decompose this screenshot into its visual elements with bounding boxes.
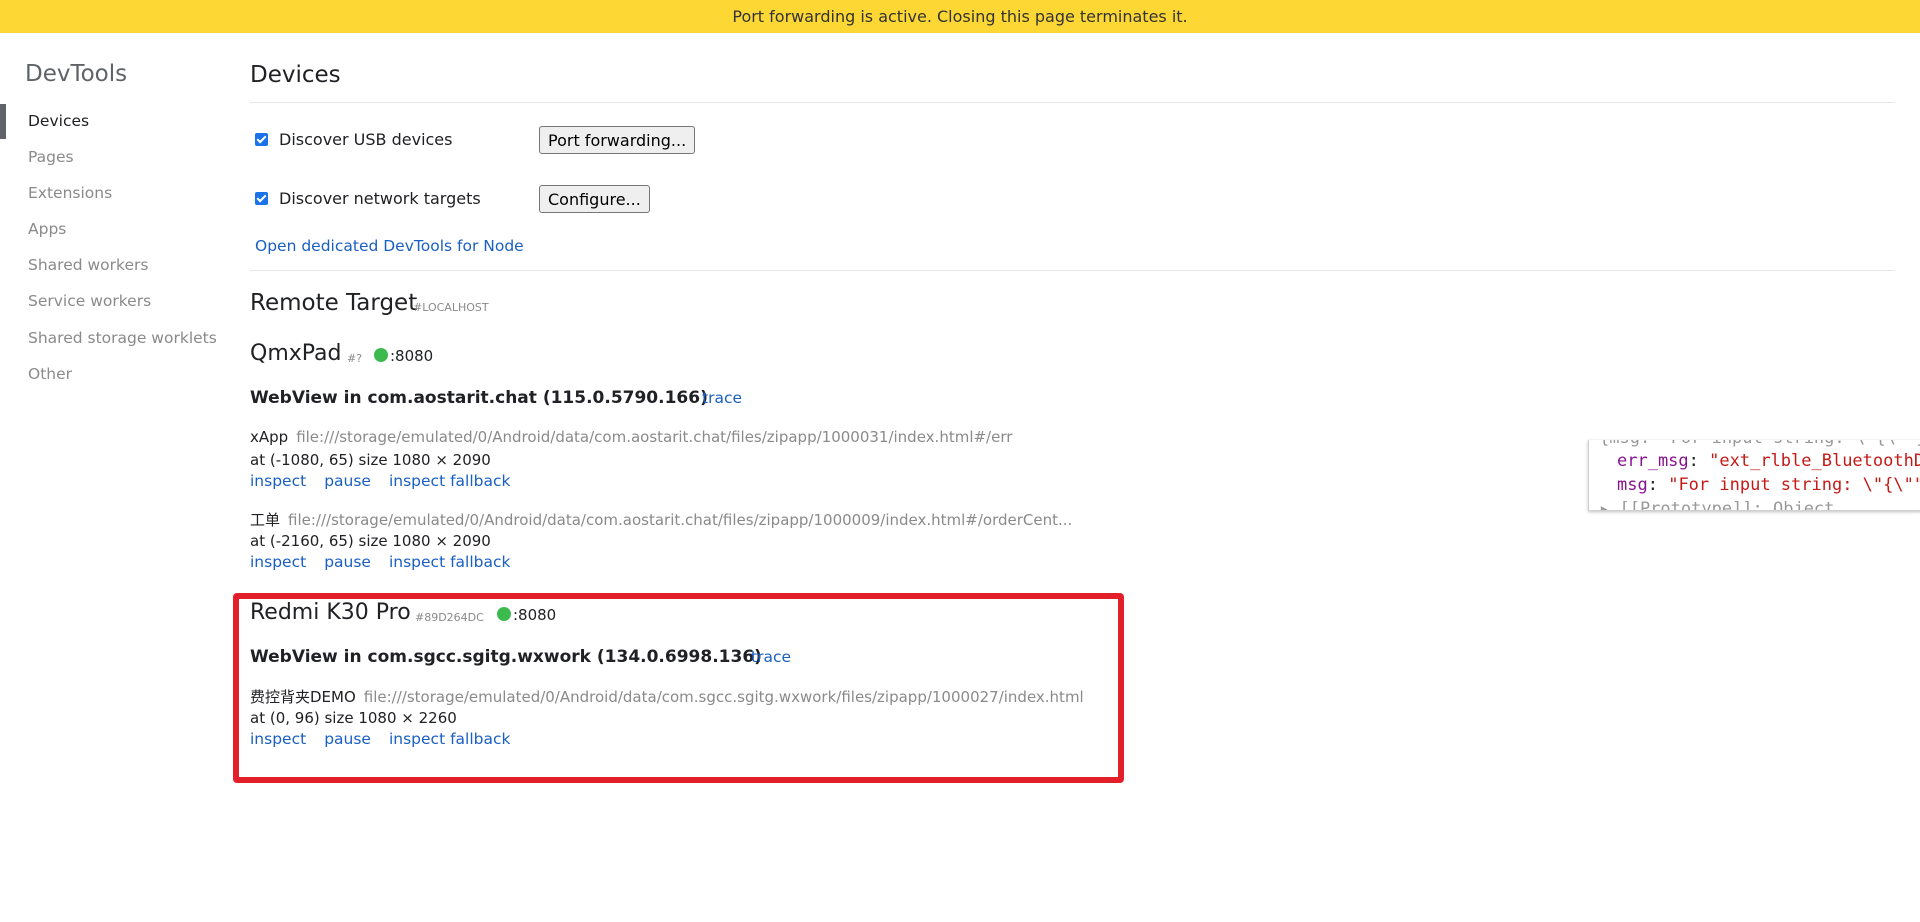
browser-name: WebView in com.aostarit.chat (115.0.5790…: [250, 388, 708, 408]
console-key: err_msg: [1617, 451, 1689, 471]
console-line: err_msg: "ext_rlble_BluetoothD: [1617, 451, 1920, 471]
device-port: :8080: [513, 606, 557, 624]
open-node-devtools-link[interactable]: Open dedicated DevTools for Node: [255, 237, 524, 255]
app-title: DevTools: [25, 61, 128, 87]
target-actions: inspect pause inspect fallback: [250, 472, 510, 490]
console-value: "For input string: \"{\"": [1668, 475, 1920, 495]
inspect-link[interactable]: inspect: [250, 730, 306, 748]
device-serial: #?: [347, 352, 363, 365]
discover-usb-row: Discover USB devices: [255, 130, 452, 149]
sidebar-item-shared-storage-worklets[interactable]: Shared storage worklets: [28, 329, 217, 347]
discover-network-label: Discover network targets: [279, 189, 481, 208]
target-title: 费控背夹DEMO file:///storage/emulated/0/Andro…: [250, 686, 1084, 707]
target-name: xApp: [250, 428, 289, 446]
devices-heading: Devices: [250, 62, 341, 88]
discover-network-checkbox[interactable]: [255, 192, 268, 205]
target-name: 工单: [250, 511, 281, 529]
inspect-fallback-link[interactable]: inspect fallback: [389, 553, 511, 571]
status-online-icon: [374, 348, 388, 362]
remote-target-heading: Remote Target: [250, 290, 418, 316]
trace-link[interactable]: trace: [702, 389, 742, 407]
sidebar-item-other[interactable]: Other: [28, 365, 72, 383]
discover-usb-label: Discover USB devices: [279, 130, 453, 149]
device-port: :8080: [390, 347, 434, 365]
console-key: msg: [1617, 475, 1648, 495]
target-url: file:///storage/emulated/0/Android/data/…: [296, 428, 1013, 446]
target-name: 费控背夹DEMO: [250, 688, 356, 706]
target-geometry: at (-1080, 65) size 1080 × 2090: [250, 451, 491, 469]
target-geometry: at (-2160, 65) size 1080 × 2090: [250, 532, 491, 550]
sidebar-item-devices[interactable]: Devices: [28, 112, 89, 130]
console-line: msg: "For input string: \"{\"": [1617, 475, 1920, 495]
sidebar-item-service-workers[interactable]: Service workers: [28, 292, 151, 310]
divider: [250, 102, 1895, 103]
trace-link[interactable]: trace: [751, 648, 791, 666]
target-title: xApp file:///storage/emulated/0/Android/d…: [250, 428, 1012, 446]
target-actions: inspect pause inspect fallback: [250, 730, 510, 748]
port-forwarding-button[interactable]: Port forwarding...: [539, 126, 696, 154]
inspect-fallback-link[interactable]: inspect fallback: [389, 730, 511, 748]
target-url: file:///storage/emulated/0/Android/data/…: [288, 511, 1073, 529]
inspect-link[interactable]: inspect: [250, 472, 306, 490]
sidebar-item-shared-workers[interactable]: Shared workers: [28, 256, 148, 274]
inspect-fallback-link[interactable]: inspect fallback: [389, 472, 511, 490]
banner-text: Port forwarding is active. Closing this …: [732, 7, 1188, 26]
port-forwarding-banner: Port forwarding is active. Closing this …: [0, 0, 1920, 33]
target-title: 工单 file:///storage/emulated/0/Android/dat…: [250, 509, 1072, 530]
configure-button[interactable]: Configure...: [539, 185, 650, 213]
status-online-icon: [497, 607, 511, 621]
console-value: "ext_rlble_BluetoothD: [1709, 451, 1920, 471]
inspect-link[interactable]: inspect: [250, 553, 306, 571]
selected-indicator: [0, 104, 6, 139]
console-popup: {msg: "For input string: \"{\""} err_msg…: [1588, 440, 1920, 511]
console-line: {msg: "For input string: \"{\""}: [1599, 440, 1920, 448]
sidebar-item-apps[interactable]: Apps: [28, 220, 66, 238]
sidebar: DevTools Devices Pages Extensions Apps S…: [0, 33, 240, 922]
sidebar-item-pages[interactable]: Pages: [28, 148, 74, 166]
browser-name: WebView in com.sgcc.sgitg.wxwork (134.0.…: [250, 647, 762, 667]
target-actions: inspect pause inspect fallback: [250, 553, 510, 571]
pause-link[interactable]: pause: [324, 553, 371, 571]
discover-network-row: Discover network targets: [255, 189, 481, 208]
pause-link[interactable]: pause: [324, 472, 371, 490]
target-geometry: at (0, 96) size 1080 × 2260: [250, 709, 457, 727]
device-name: Redmi K30 Pro: [250, 600, 411, 625]
sidebar-item-extensions[interactable]: Extensions: [28, 184, 112, 202]
console-line: ▸ [[Prototype]]: Object: [1599, 499, 1835, 511]
pause-link[interactable]: pause: [324, 730, 371, 748]
remote-target-subheading: #LOCALHOST: [413, 301, 489, 314]
divider: [250, 270, 1895, 271]
device-serial: #89D264DC: [415, 611, 484, 624]
discover-usb-checkbox[interactable]: [255, 133, 268, 146]
device-name: QmxPad: [250, 341, 342, 366]
target-url: file:///storage/emulated/0/Android/data/…: [363, 688, 1084, 706]
